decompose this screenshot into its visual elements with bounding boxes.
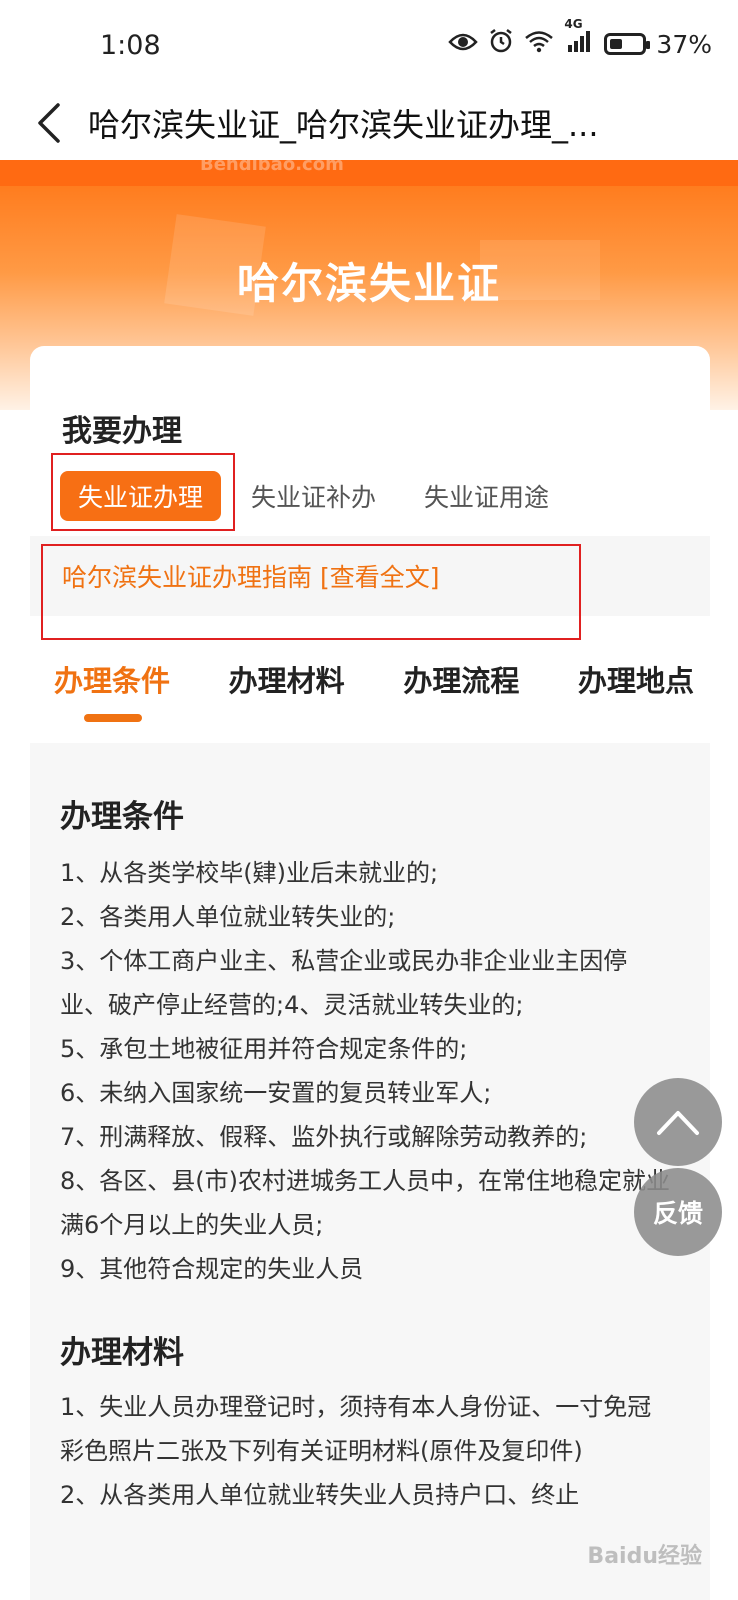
highlight-box-pill [51, 453, 235, 531]
chevron-up-icon [657, 1111, 699, 1135]
list-item: 3、个体工商户业主、私营企业或民办非企业业主因停业、破产停止经营的;4、灵活就业… [60, 947, 628, 1019]
tab-process[interactable]: 办理流程 [403, 658, 519, 700]
battery-percent: 37% [656, 29, 712, 59]
scroll-top-button[interactable] [634, 1078, 722, 1166]
top-app-bar: 哈尔滨失业证_哈尔滨失业证办理_... [0, 92, 738, 160]
conditions-list: 1、从各类学校毕(肄)业后未就业的; 2、各类用人单位就业转失业的; 3、个体工… [60, 851, 670, 1291]
list-item: 9、其他符合规定的失业人员 [60, 1255, 364, 1283]
conditions-heading: 办理条件 [60, 799, 184, 835]
back-button[interactable] [24, 98, 74, 148]
battery-icon [604, 33, 651, 55]
banner-title: 哈尔滨失业证 [236, 259, 501, 308]
highlight-box-guide [41, 544, 581, 640]
status-bar: 1:08 4G 37% [0, 0, 738, 92]
pill-unemployment-use[interactable]: 失业证用途 [406, 471, 567, 521]
baidu-watermark: Baidu经验 [587, 1544, 702, 1569]
signal-icon: 4G [564, 17, 594, 59]
list-item: 2、各类用人单位就业转失业的; [60, 903, 396, 931]
banner-watermark: Bendibao.com [200, 160, 344, 175]
tab-indicator [84, 714, 142, 722]
feedback-button[interactable]: 反馈 [634, 1168, 722, 1256]
back-arrow-icon [38, 103, 60, 143]
banner-stripe [0, 160, 738, 186]
network-type: 4G [564, 17, 583, 31]
list-item: 7、刑满释放、假释、监外执行或解除劳动教养的; [60, 1123, 588, 1151]
pill-unemployment-reissue[interactable]: 失业证补办 [233, 471, 394, 521]
list-item: 2、从各类用人单位就业转失业人员持户口、终止 [60, 1481, 580, 1509]
tab-location[interactable]: 办理地点 [578, 658, 694, 700]
eye-icon [448, 30, 479, 59]
detail-tabs: 办理条件 办理材料 办理流程 办理地点 [54, 658, 694, 700]
status-icons: 4G 37% [448, 17, 712, 60]
page-title: 哈尔滨失业证_哈尔滨失业证办理_... [88, 106, 599, 144]
materials-list: 1、失业人员办理登记时，须持有本人身份证、一寸免冠彩色照片二张及下列有关证明材料… [60, 1385, 670, 1517]
list-item: 1、从各类学校毕(肄)业后未就业的; [60, 859, 439, 887]
alarm-icon [488, 28, 514, 60]
section-label: 我要办理 [62, 414, 182, 449]
list-item: 6、未纳入国家统一安置的复员转业军人; [60, 1079, 492, 1107]
list-item: 8、各区、县(市)农村进城务工人员中，在常住地稳定就业满6个月以上的失业人员; [60, 1167, 670, 1239]
list-item: 1、失业人员办理登记时，须持有本人身份证、一寸免冠彩色照片二张及下列有关证明材料… [60, 1393, 652, 1465]
tab-conditions[interactable]: 办理条件 [54, 658, 170, 700]
main-card: 我要办理 失业证办理 失业证补办 失业证用途 哈尔滨失业证办理指南 [查看全文]… [30, 346, 710, 1600]
content-panel: 办理条件 1、从各类学校毕(肄)业后未就业的; 2、各类用人单位就业转失业的; … [30, 743, 710, 1600]
materials-heading: 办理材料 [60, 1335, 184, 1371]
tab-materials[interactable]: 办理材料 [229, 658, 345, 700]
list-item: 5、承包土地被征用并符合规定条件的; [60, 1035, 468, 1063]
status-time: 1:08 [100, 30, 161, 61]
wifi-icon [524, 29, 554, 59]
